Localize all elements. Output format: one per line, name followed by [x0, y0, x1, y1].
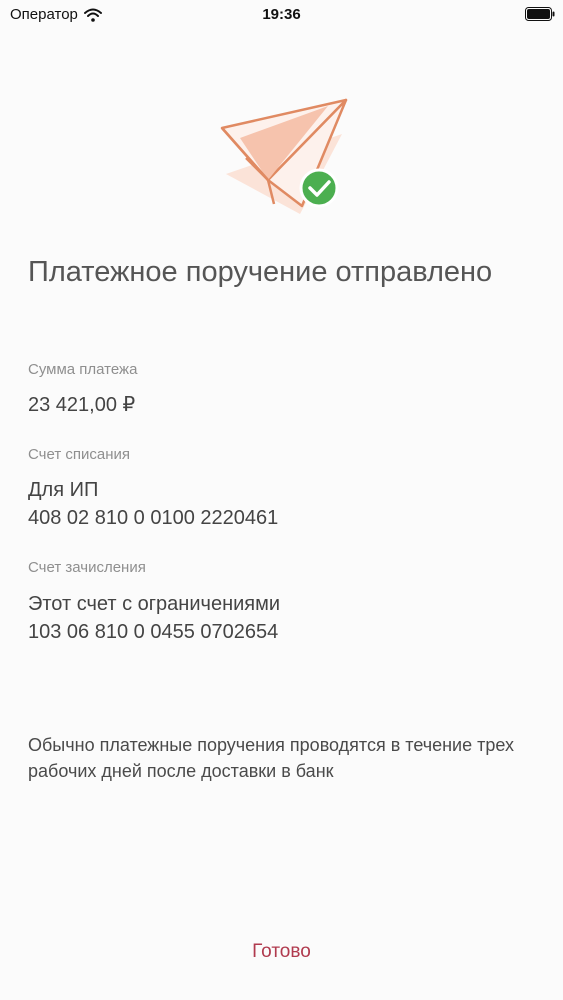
- amount-label: Сумма платежа: [28, 361, 138, 378]
- page-title: Платежное поручение отправлено: [28, 256, 493, 288]
- paper-plane-check-icon: [220, 98, 348, 214]
- debit-account-number: 408 02 810 0 0100 2220461: [28, 507, 279, 529]
- done-button[interactable]: Готово: [0, 940, 563, 964]
- credit-account-number: 103 06 810 0 0455 0702654: [28, 621, 279, 643]
- status-bar: Оператор 19:36: [0, 0, 563, 32]
- credit-account-name: Этот счет с ограничениями: [28, 593, 281, 615]
- debit-account-label: Счет списания: [28, 446, 130, 463]
- battery-icon: [525, 7, 555, 21]
- credit-account-label: Счет зачисления: [28, 559, 146, 576]
- debit-account-name: Для ИП: [28, 479, 99, 501]
- status-time: 19:36: [262, 6, 301, 23]
- processing-note: Обычно платежные поручения проводятся в …: [28, 735, 514, 781]
- amount-value: 23 421,00 ₽: [28, 394, 136, 416]
